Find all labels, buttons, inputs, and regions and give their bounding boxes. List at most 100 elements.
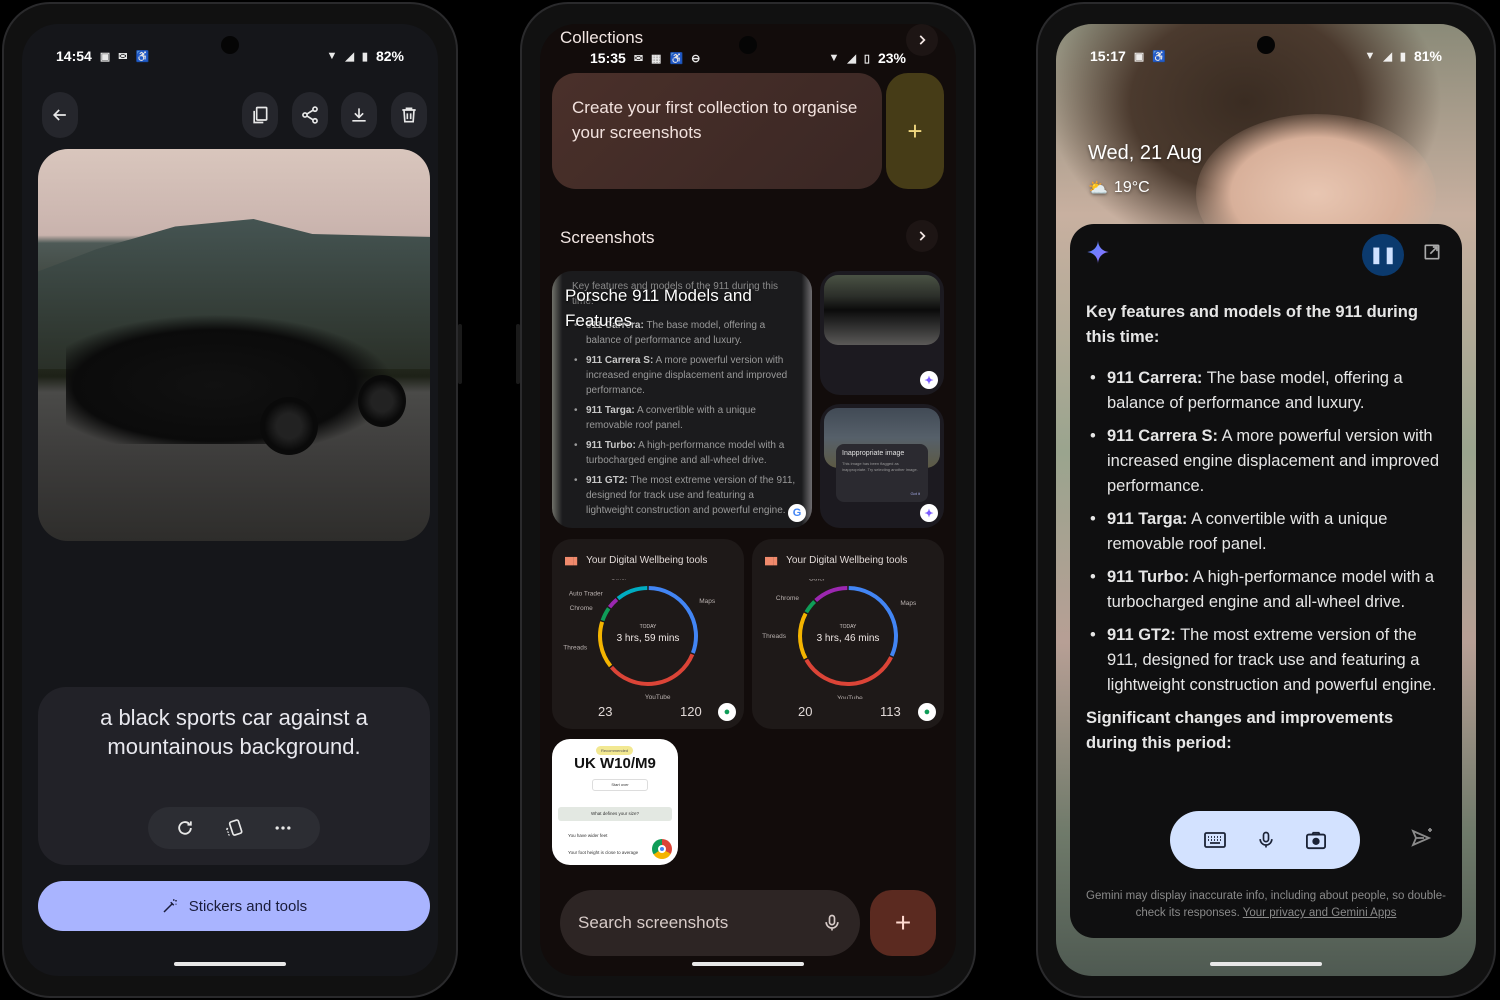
create-collection-card[interactable]: Create your first collection to organise… — [552, 73, 882, 189]
donut-segment-maps — [848, 586, 898, 657]
screenshot-tile-inappropriate[interactable]: Inappropriate image This image has been … — [820, 404, 944, 528]
model-name: 911 GT2: — [586, 475, 628, 486]
wellbeing-title: Your Digital Wellbeing tools — [586, 555, 708, 566]
photo-wheel-rear — [358, 375, 406, 427]
donut-label: Maps — [900, 600, 917, 607]
wifi-icon: ▼ — [326, 50, 338, 62]
car-photo[interactable] — [38, 149, 430, 541]
create-collection-text: Create your first collection to organise… — [572, 98, 858, 142]
send-icon[interactable] — [1410, 826, 1434, 850]
photo-car — [66, 314, 396, 444]
list-item: 911 Carrera: The base model, offering a … — [1086, 366, 1448, 416]
share-icon — [302, 106, 318, 124]
response-list: 911 Carrera: The base model, offering a … — [1086, 366, 1448, 698]
model-name: 911 Targa: — [586, 405, 635, 416]
screenshot-tile-shoe-size[interactable]: Recommended UK W10/M9 Start over What de… — [552, 739, 678, 865]
trash-icon — [402, 107, 416, 123]
donut-label: YouTube — [645, 694, 671, 699]
plus-icon: + — [894, 907, 912, 938]
screenshot-tile-porsche[interactable]: Key features and models of the 911 durin… — [552, 271, 812, 528]
donut-label: YouTube — [837, 695, 863, 699]
donut-label: Threads — [563, 645, 588, 652]
screenshot-tile-wellbeing-1[interactable]: ▮▮▮ Your Digital Wellbeing tools Maps You… — [552, 539, 744, 729]
accessibility-icon: ♿ — [1152, 50, 1166, 63]
status-time: 14:54 — [56, 48, 92, 64]
screenshots-heading: Screenshots — [560, 228, 655, 247]
open-external-icon[interactable] — [1422, 242, 1442, 262]
copy-button[interactable] — [242, 92, 278, 138]
gemini-app-icon: ✦ — [920, 371, 938, 389]
lockscreen-gemini: 15:17 ▣ ♿ ▼ ◢ ▮ 81% Wed, 21 Aug ⛅ 19°C ❚… — [1056, 24, 1476, 976]
list-item: 911 Targa: A convertible with a unique r… — [574, 403, 798, 433]
recommended-badge: Recommended — [596, 746, 634, 755]
tile-list: 911 Carrera: The base model, offering a … — [574, 318, 798, 523]
google-icon: G — [788, 504, 806, 522]
caption-text: a black sports car against a mountainous… — [100, 705, 368, 759]
refresh-icon — [177, 821, 192, 835]
add-screenshot-button[interactable]: + — [870, 890, 936, 956]
sticker-button[interactable] — [220, 814, 248, 842]
calendar-icon: ▦ — [651, 52, 662, 65]
list-item: 911 Turbo: A high-performance model with… — [1086, 565, 1448, 615]
tile-title: Porsche 911 Models and Features — [565, 286, 752, 330]
cloudy-sun-icon: ⛅ — [1088, 180, 1108, 197]
donut-segment-youtube — [609, 653, 695, 686]
share-button[interactable] — [292, 92, 328, 138]
microphone-icon[interactable] — [1256, 829, 1276, 851]
inappropriate-dialog: Inappropriate image This image has been … — [836, 444, 928, 502]
gemini-response: Key features and models of the 911 durin… — [1086, 300, 1448, 772]
donut-label: Chrome — [570, 605, 594, 612]
status-bar: 15:35 ✉ ▦ ♿ ⊖ ▼ ◢ ▯ 23% — [540, 46, 956, 70]
start-over: Start over — [592, 779, 648, 791]
camera-icon[interactable] — [1305, 830, 1327, 850]
total-time: 3 hrs, 46 mins — [817, 633, 880, 644]
stickers-label: Stickers and tools — [188, 897, 308, 915]
model-name: 911 Carrera S: — [586, 355, 654, 366]
response-heading-2: Significant changes and improvements dur… — [1086, 709, 1394, 752]
phone-gallery: 14:54 ▣ ✉ ♿ ▼ ◢ ▮ 82% a black sports car… — [2, 2, 462, 998]
refresh-button[interactable] — [171, 814, 199, 842]
home-indicator[interactable] — [174, 962, 286, 966]
total-time: 3 hrs, 59 mins — [617, 633, 680, 644]
pause-button[interactable]: ❚❚ — [1362, 234, 1404, 276]
home-indicator[interactable] — [692, 962, 804, 966]
search-placeholder: Search screenshots — [578, 913, 729, 932]
keyboard-icon[interactable] — [1203, 830, 1227, 850]
accessibility-icon: ♿ — [135, 50, 150, 63]
donut-label: Other — [611, 579, 628, 582]
model-name: 911 GT2: — [1107, 626, 1176, 644]
screenshots-chevron-button[interactable] — [906, 220, 938, 252]
list-item: 911 GT2: The most extreme version of the… — [574, 473, 798, 518]
chevron-right-icon — [919, 231, 926, 241]
home-indicator[interactable] — [1210, 962, 1322, 966]
model-name: 911 Turbo: — [1107, 568, 1190, 586]
input-mode-pill — [1170, 811, 1360, 869]
delete-button[interactable] — [391, 92, 427, 138]
screenshot-tile-wellbeing-2[interactable]: ▮▮▮ Your Digital Wellbeing tools Maps You… — [752, 539, 944, 729]
donut-label: Other — [809, 579, 826, 582]
privacy-link[interactable]: Your privacy and Gemini Apps — [1243, 907, 1397, 919]
more-button[interactable] — [269, 814, 297, 842]
model-name: 911 Targa: — [1107, 510, 1188, 528]
list-item: 911 Carrera S: A more powerful version w… — [574, 353, 798, 398]
collections-heading: Collections — [560, 28, 644, 47]
status-bar: 14:54 ▣ ✉ ♿ ▼ ◢ ▮ 82% — [22, 44, 438, 68]
search-screenshots-input[interactable]: Search screenshots — [560, 890, 860, 956]
lockscreen-weather: ⛅ 19°C — [1088, 178, 1150, 198]
side-button — [458, 324, 462, 384]
back-button[interactable] — [42, 92, 78, 138]
screenshot-tile-car[interactable]: ✦ — [820, 271, 944, 395]
plus-icon: + — [907, 115, 923, 146]
unlocks-count: 20 — [798, 704, 813, 719]
battery-icon: ▯ — [863, 52, 870, 65]
download-button[interactable] — [341, 92, 377, 138]
battery-percent: 81% — [1413, 48, 1442, 64]
size-question: What defines your size? — [558, 807, 672, 821]
microphone-icon[interactable] — [822, 912, 842, 934]
add-collection-button[interactable]: + — [886, 73, 944, 189]
chevron-right-icon — [919, 35, 926, 45]
more-horizontal-icon — [275, 826, 291, 830]
outlook-icon: ✉ — [633, 52, 644, 65]
battery-percent: 23% — [877, 50, 906, 66]
stickers-and-tools-button[interactable]: Stickers and tools — [38, 881, 430, 931]
